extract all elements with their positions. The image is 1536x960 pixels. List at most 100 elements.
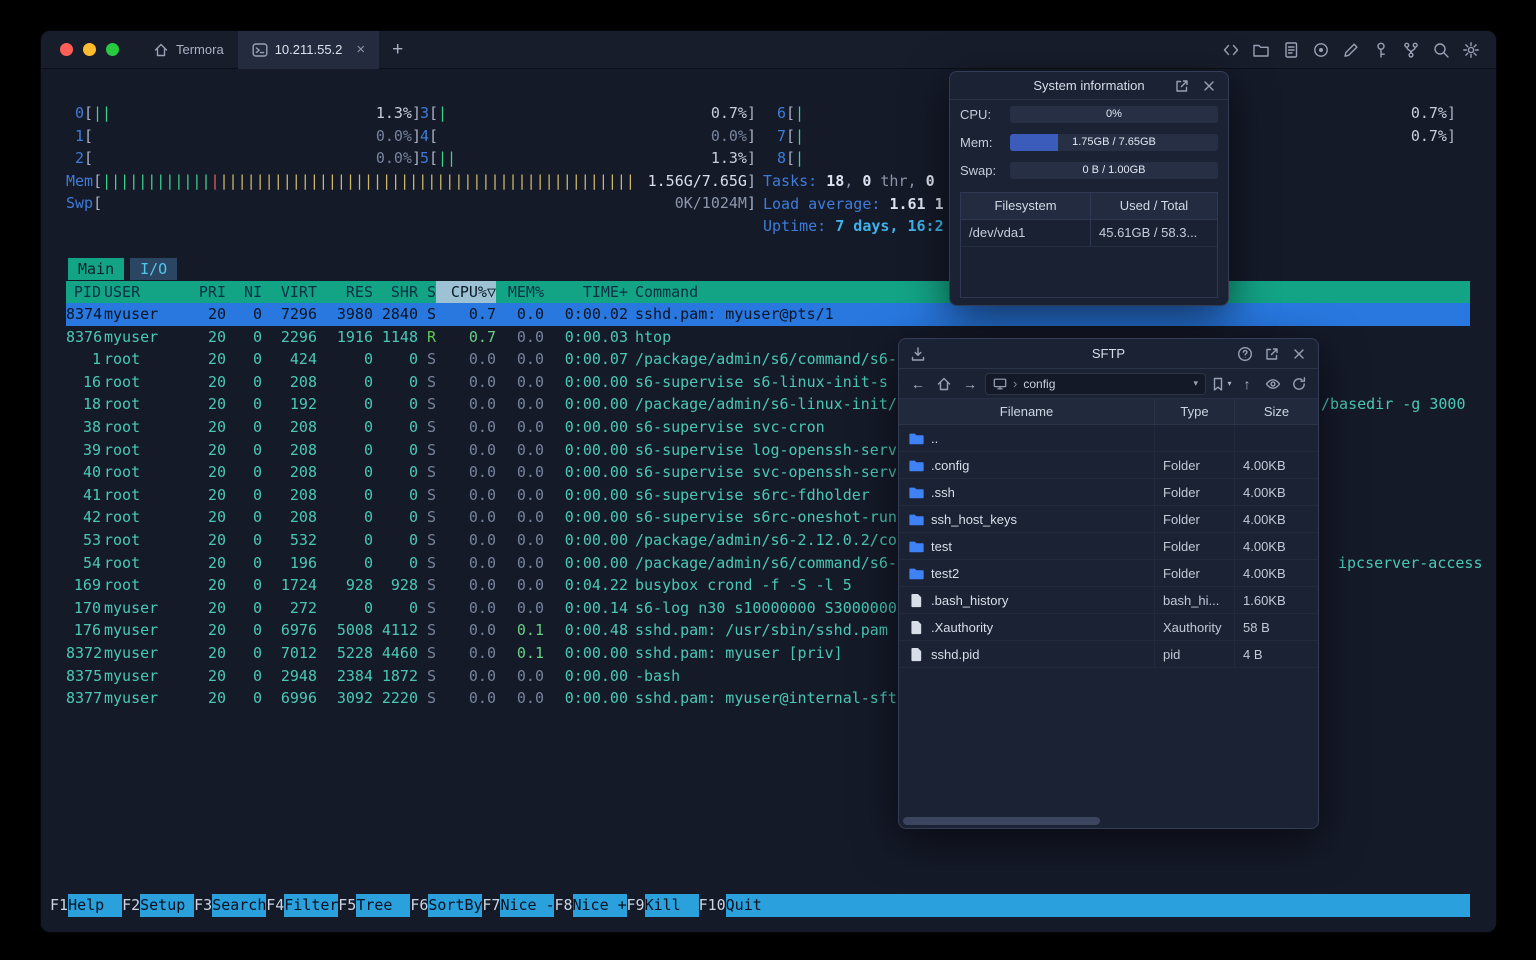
close-icon[interactable] [1201, 78, 1217, 94]
fn-key-f10[interactable]: F10 Quit [699, 894, 780, 917]
key-icon[interactable] [1372, 41, 1390, 59]
swap-bar: Swp[0K/1024M] [66, 194, 756, 213]
traffic-lights [41, 43, 139, 56]
close-window-button[interactable] [60, 43, 73, 56]
open-in-window-icon[interactable] [1174, 78, 1190, 94]
fn-key-f7[interactable]: F7 Nice - [482, 894, 555, 917]
fn-key-f3[interactable]: F3 Search [194, 894, 266, 917]
horizontal-scrollbar[interactable] [903, 817, 1314, 825]
filesystem-table: Filesystem Used / Total /dev/vda1 45.61G… [960, 192, 1218, 298]
memory-bar: Mem[|||||||||||| | |||||||||||||||||||||||… [66, 171, 756, 190]
branch-icon[interactable] [1402, 41, 1420, 59]
folder-icon [909, 431, 924, 446]
terminal-icon [252, 42, 268, 58]
open-in-window-icon[interactable] [1264, 346, 1280, 362]
computer-icon [993, 377, 1007, 391]
fn-key-f4[interactable]: F4 Filter [266, 894, 338, 917]
bookmark-dropdown-icon[interactable]: ▾ [1227, 379, 1231, 388]
maximize-window-button[interactable] [106, 43, 119, 56]
fn-key-f8[interactable]: F8 Nice + [554, 894, 627, 917]
tab-label: Termora [176, 42, 224, 57]
folder-icon [909, 539, 924, 554]
cpu-progress-bar: 0% [1010, 106, 1218, 123]
cpu-usage-row: CPU: 0% [950, 100, 1228, 128]
file-icon [909, 620, 924, 635]
toolbar-icons [1222, 41, 1496, 59]
back-icon[interactable]: ← [907, 373, 929, 395]
htop-screen-tabs: Main I/O [68, 258, 178, 280]
chevron-right-icon: › [1013, 376, 1018, 391]
folder-icon [909, 566, 924, 581]
htop-tab-io[interactable]: I/O [130, 258, 178, 280]
file-row[interactable]: ssh_host_keys Folder 4.00KB [899, 506, 1318, 533]
scrollbar-thumb[interactable] [903, 817, 1101, 825]
system-info-panel: System information CPU: 0% Mem: 1.75GB /… [949, 71, 1229, 306]
filesystem-row[interactable]: /dev/vda1 45.61GB / 58.3... [961, 220, 1217, 247]
fn-key-f5[interactable]: F5 Tree [338, 894, 411, 917]
swap-progress-bar: 0 B / 1.00GB [1010, 162, 1218, 179]
command-overflow-text: ipcserver-access [1338, 553, 1483, 572]
close-icon[interactable] [1291, 346, 1307, 362]
cpu-meter-4: 4[0.0%] [419, 126, 756, 145]
bookmark-icon[interactable]: ▾ [1210, 373, 1232, 395]
cpu-meter-5: 5[|| 1.3%] [419, 149, 756, 168]
file-row[interactable]: .bash_history bash_hi... 1.60KB [899, 587, 1318, 614]
home-icon [153, 42, 169, 58]
function-key-bar: F1 Help F2 Setup F3 Search F4 Filter F5 Tree F6 Sor… [50, 894, 1470, 917]
new-tab-button[interactable]: + [379, 39, 416, 61]
file-row[interactable]: .. [899, 425, 1318, 452]
sftp-file-list: .. .config Folder 4.00KB .ssh Folder 4.00KB ssh… [899, 425, 1318, 668]
file-row[interactable]: test2 Folder 4.00KB [899, 560, 1318, 587]
refresh-icon[interactable] [1288, 373, 1310, 395]
process-row[interactable]: 8374 myuser 20 0 7296 3980 2840 S 0.7 0.0 0:00.02 s… [66, 303, 1470, 326]
fn-key-f2[interactable]: F2 Setup [122, 894, 195, 917]
folder-icon [909, 512, 924, 527]
up-directory-icon[interactable]: ↑ [1236, 373, 1258, 395]
cpu-meter-3: 3[| 0.7%] [419, 104, 756, 122]
fn-key-f6[interactable]: F6 SortBy [410, 894, 483, 917]
search-icon[interactable] [1432, 41, 1450, 59]
settings-icon[interactable] [1462, 41, 1480, 59]
titlebar: Termora 10.211.55.2 × + [41, 31, 1496, 69]
process-table-header[interactable]: PID USER PRI NI VIRT RES SHR S CPU%▽ MEM% TIME+ Com… [66, 281, 1470, 303]
fn-key-f1[interactable]: F1 Help [50, 894, 123, 917]
edit-icon[interactable] [1342, 41, 1360, 59]
system-info-header: System information [950, 72, 1228, 100]
file-row[interactable]: .Xauthority Xauthority 58 B [899, 614, 1318, 641]
tab-session-10-211-55-2[interactable]: 10.211.55.2 × [237, 31, 380, 69]
file-row[interactable]: .config Folder 4.00KB [899, 452, 1318, 479]
show-hidden-eye-icon[interactable] [1262, 373, 1284, 395]
transfers-icon[interactable] [910, 346, 926, 362]
tab-termora[interactable]: Termora [139, 31, 238, 69]
swap-label: Swap: [960, 163, 997, 178]
folder-icon [909, 458, 924, 473]
code-icon[interactable] [1222, 41, 1240, 59]
htop-tab-main[interactable]: Main [68, 258, 125, 280]
help-icon[interactable] [1237, 346, 1253, 362]
home-icon[interactable] [933, 373, 955, 395]
mem-label: Mem: [960, 135, 993, 150]
log-icon[interactable] [1282, 41, 1300, 59]
path-segment-config[interactable]: config [1023, 377, 1055, 391]
cpu-label: CPU: [960, 107, 992, 122]
sftp-table-header[interactable]: Filename Type Size [899, 399, 1318, 425]
app-window: Termora 10.211.55.2 × + 0[|| 1.3%] 3[| 0.7%… [40, 30, 1497, 933]
folder-icon[interactable] [1252, 41, 1270, 59]
mem-usage-row: Mem: 1.75GB / 7.65GB [950, 128, 1228, 156]
mem-progress-bar: 1.75GB / 7.65GB [1010, 134, 1218, 151]
forward-icon[interactable]: → [959, 373, 981, 395]
sftp-navbar: ← → › config ▾ ▾ ↑ [899, 369, 1318, 399]
close-tab-icon[interactable]: × [356, 42, 365, 57]
file-icon [909, 593, 924, 608]
chevron-down-icon[interactable]: ▾ [1193, 378, 1198, 389]
file-row[interactable]: sshd.pid pid 4 B [899, 641, 1318, 668]
minimize-window-button[interactable] [83, 43, 96, 56]
sftp-panel: SFTP ← → › config ▾ ▾ ↑ Filename Type Si… [898, 338, 1319, 829]
file-row[interactable]: test Folder 4.00KB [899, 533, 1318, 560]
path-breadcrumb[interactable]: › config ▾ [985, 372, 1206, 395]
cpu-meter-1: 1[0.0%] [74, 126, 421, 145]
record-icon[interactable] [1312, 41, 1330, 59]
fn-key-f9[interactable]: F9 Kill [627, 894, 699, 917]
cpu-meter-2: 2[0.0%] [74, 149, 421, 168]
file-row[interactable]: .ssh Folder 4.00KB [899, 479, 1318, 506]
